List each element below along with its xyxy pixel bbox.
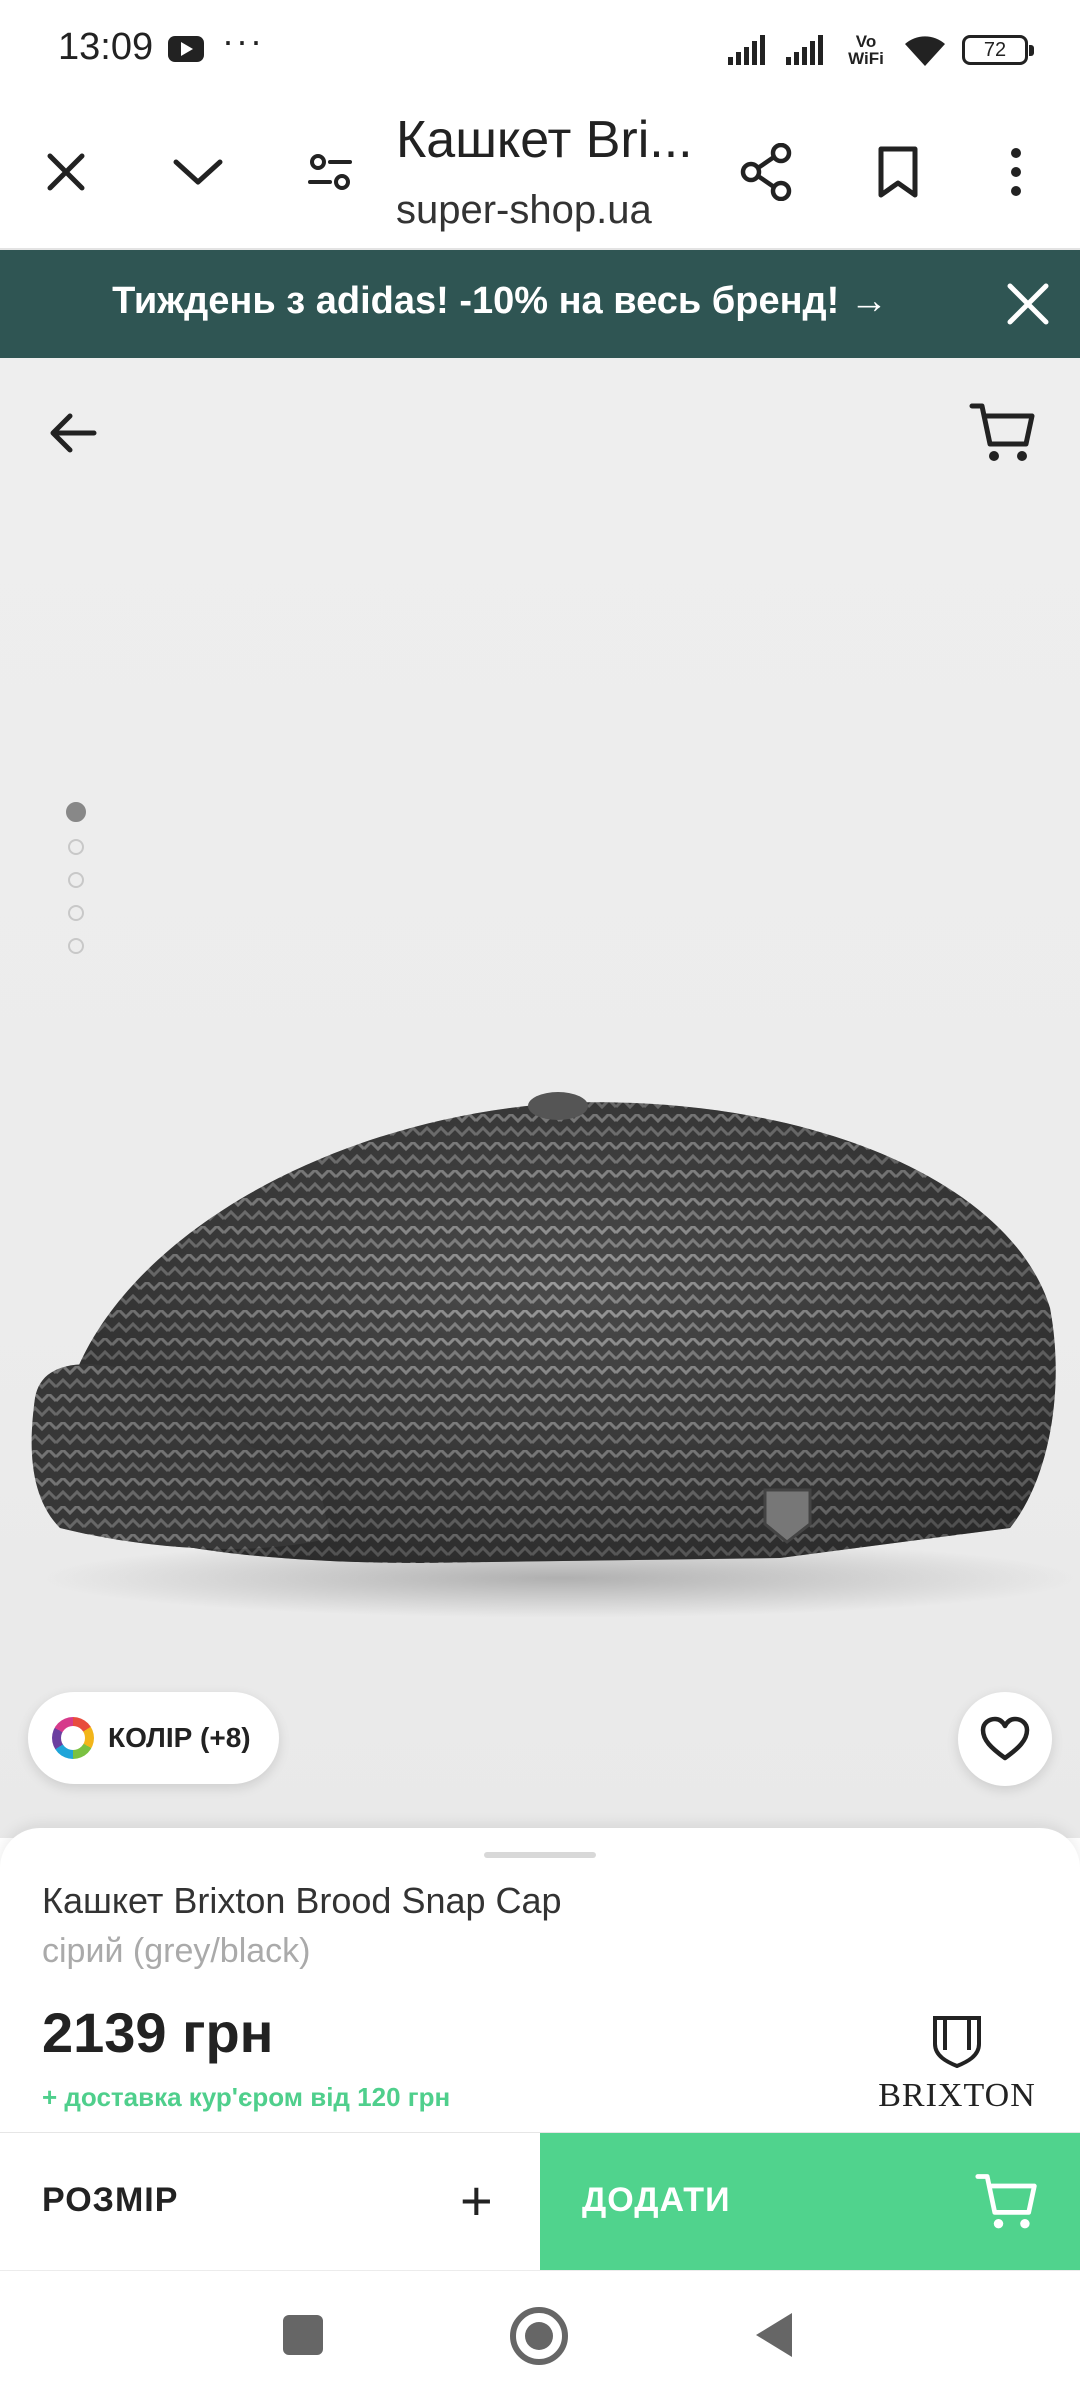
brand-logo[interactable]: BRIXTON: [872, 2014, 1042, 2115]
pagination-dot[interactable]: [68, 872, 84, 888]
color-picker-label: КОЛІР (+8): [108, 1722, 251, 1753]
signal-icon: [728, 35, 765, 65]
favorite-button[interactable]: [958, 1692, 1052, 1786]
system-nav-bar: [0, 2270, 1080, 2400]
promo-text[interactable]: Тиждень з adidas! -10% на весь бренд! →: [0, 280, 1000, 323]
home-icon[interactable]: [510, 2307, 568, 2365]
pagination-dot[interactable]: [68, 839, 84, 855]
battery-icon: 72: [962, 35, 1034, 65]
back-icon[interactable]: [756, 2313, 792, 2357]
cart-icon[interactable]: [968, 398, 1038, 468]
product-name: Кашкет Brixton Brood Snap Cap: [42, 1880, 562, 1921]
product-image: [31, 1092, 1080, 1618]
close-icon[interactable]: [30, 136, 102, 208]
tune-icon[interactable]: [294, 136, 366, 208]
signal-icon: [786, 35, 823, 65]
close-icon[interactable]: [998, 274, 1058, 334]
page-title[interactable]: Кашкет Bri...: [396, 110, 706, 170]
gallery-pagination: [66, 802, 86, 971]
arrow-left-icon[interactable]: [40, 398, 110, 468]
product-color: сірий (grey/black): [42, 1932, 311, 1970]
product-gallery[interactable]: КОЛІР (+8): [0, 358, 1080, 1838]
pagination-dot[interactable]: [66, 802, 86, 822]
color-picker-button[interactable]: КОЛІР (+8): [28, 1692, 279, 1784]
product-price: 2139 грн: [42, 2001, 274, 2064]
add-to-cart-button[interactable]: ДОДАТИ: [540, 2133, 1080, 2271]
more-vert-icon[interactable]: [980, 136, 1052, 208]
size-label: РОЗМІР: [42, 2181, 179, 2219]
wifi-icon: [905, 36, 945, 66]
pagination-dot[interactable]: [68, 938, 84, 954]
cart-icon: [975, 2174, 1037, 2229]
page-url[interactable]: super-shop.ua: [396, 188, 652, 233]
heart-icon: [980, 1716, 1030, 1761]
vowifi-icon: Vo WiFi: [848, 32, 884, 68]
youtube-icon: [168, 36, 204, 62]
pagination-dot[interactable]: [68, 905, 84, 921]
bookmark-icon[interactable]: [862, 136, 934, 208]
recents-icon[interactable]: [283, 2315, 323, 2355]
status-icons: Vo WiFi 72: [728, 26, 1034, 74]
promo-banner[interactable]: Тиждень з adidas! -10% на весь бренд! →: [0, 250, 1080, 358]
share-icon[interactable]: [730, 136, 802, 208]
more-notifications-icon: ···: [222, 20, 264, 61]
status-time: 13:09: [58, 26, 154, 68]
brixton-shield-icon: [933, 2016, 981, 2069]
size-button[interactable]: РОЗМІР +: [0, 2133, 540, 2271]
plus-icon: +: [460, 2169, 493, 2232]
action-bar: РОЗМІР + ДОДАТИ: [0, 2132, 1080, 2271]
add-to-cart-label: ДОДАТИ: [582, 2181, 731, 2219]
status-bar: 13:09 ··· Vo WiFi 72: [0, 0, 1080, 96]
sheet-handle[interactable]: [484, 1852, 596, 1858]
color-wheel-icon: [52, 1717, 94, 1759]
browser-toolbar: Кашкет Bri... super-shop.ua: [0, 96, 1080, 250]
product-info-sheet[interactable]: Кашкет Brixton Brood Snap Cap сірий (gre…: [0, 1828, 1080, 2138]
brand-name: BRIXTON: [878, 2077, 1036, 2114]
delivery-info: + доставка кур'єром від 120 грн: [42, 2082, 451, 2112]
chevron-down-icon[interactable]: [162, 136, 234, 208]
